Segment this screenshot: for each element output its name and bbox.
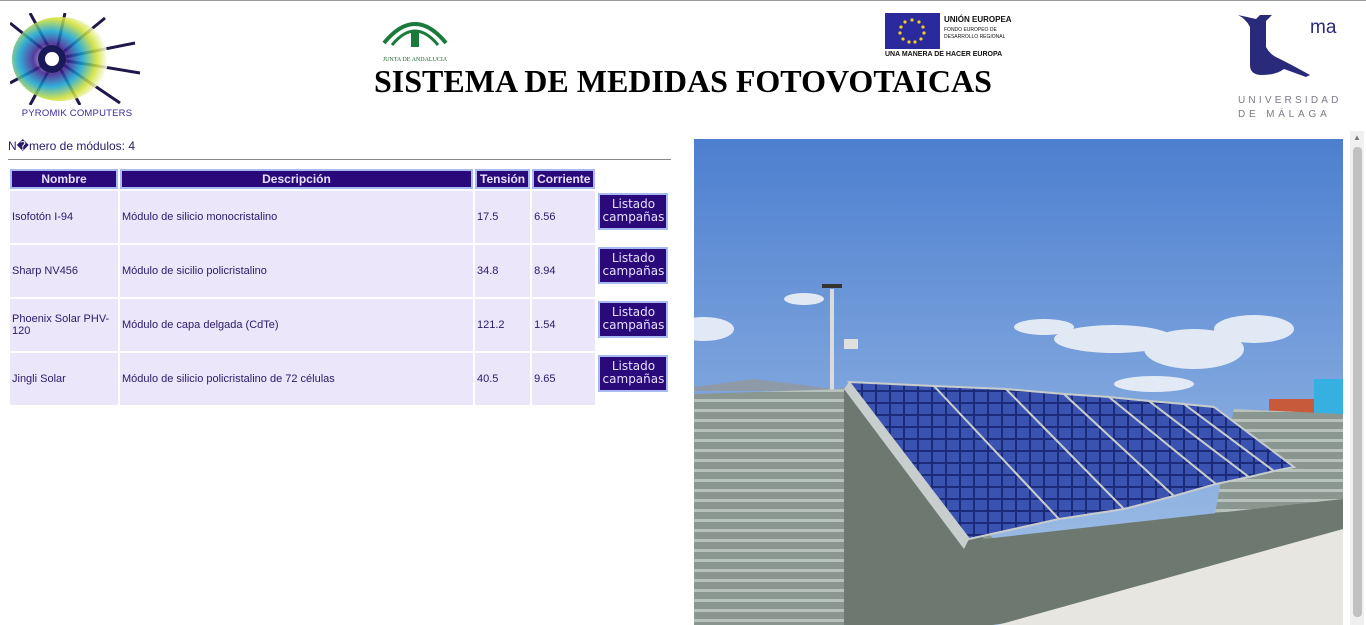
vertical-scrollbar[interactable]: ▲ xyxy=(1350,131,1364,625)
cell-corriente: 1.54 xyxy=(532,299,596,351)
button-label-line2: campañas xyxy=(602,210,665,224)
scroll-up-icon[interactable]: ▲ xyxy=(1353,133,1361,142)
uma-line2: DE MÁLAGA xyxy=(1238,109,1331,120)
cell-descripcion: Módulo de silicio monocristalino xyxy=(120,191,473,243)
cell-action: Listado campañas xyxy=(597,299,670,351)
button-label-line2: campañas xyxy=(602,318,665,332)
cell-nombre: Jingli Solar xyxy=(10,353,118,405)
table-header-row: Nombre Descripción Tensión Corriente xyxy=(10,169,669,189)
eu-flag-icon xyxy=(885,13,940,49)
solar-panels-photo xyxy=(694,139,1343,625)
cell-tension: 40.5 xyxy=(475,353,531,405)
module-count: N�mero de módulos: 4 xyxy=(8,139,136,153)
table-row: Sharp NV456 Módulo de sicilio policrista… xyxy=(10,245,670,297)
uma-mark: ma xyxy=(1310,17,1337,38)
button-label-line1: Listado xyxy=(611,305,656,319)
button-label-line1: Listado xyxy=(611,251,656,265)
junta-andalucia-logo: JUNTA DE ANDALUCIA xyxy=(378,11,452,63)
cell-tension: 17.5 xyxy=(475,191,531,243)
cell-corriente: 8.94 xyxy=(532,245,596,297)
uma-logo: ma UNIVERSIDAD DE MÁLAGA xyxy=(1236,13,1346,123)
header-nombre: Nombre xyxy=(10,169,118,189)
cell-nombre: Isofotón I-94 xyxy=(10,191,118,243)
cell-corriente: 6.56 xyxy=(532,191,596,243)
cell-action: Listado campañas xyxy=(597,191,670,243)
header-tension: Tensión xyxy=(475,169,531,189)
scrollbar-thumb[interactable] xyxy=(1353,147,1362,617)
listado-campanas-button[interactable]: Listado campañas xyxy=(598,247,669,284)
listado-campanas-button[interactable]: Listado campañas xyxy=(598,355,669,392)
eu-title: UNIÓN EUROPEA xyxy=(944,15,1012,24)
cell-action: Listado campañas xyxy=(597,245,670,297)
table-row: Phoenix Solar PHV-120 Módulo de capa del… xyxy=(10,299,670,351)
header-spacer xyxy=(597,169,669,189)
eu-fund: FONDO EUROPEO DE DESARROLLO REGIONAL xyxy=(944,27,1006,40)
union-europea-logo: UNIÓN EUROPEA FONDO EUROPEO DE DESARROLL… xyxy=(885,13,1025,61)
cell-nombre: Sharp NV456 xyxy=(10,245,118,297)
listado-campanas-button[interactable]: Listado campañas xyxy=(598,193,669,230)
cell-nombre: Phoenix Solar PHV-120 xyxy=(10,299,118,351)
button-label-line2: campañas xyxy=(602,264,665,278)
divider xyxy=(8,159,671,160)
uma-line1: UNIVERSIDAD xyxy=(1238,95,1342,106)
listado-campanas-button[interactable]: Listado campañas xyxy=(598,301,669,338)
table-row: Jingli Solar Módulo de silicio policrist… xyxy=(10,353,670,405)
cell-descripcion: Módulo de capa delgada (CdTe) xyxy=(120,299,473,351)
cell-tension: 34.8 xyxy=(475,245,531,297)
modules-table: Nombre Descripción Tensión Corriente Iso… xyxy=(8,167,671,407)
button-label-line2: campañas xyxy=(602,372,665,386)
header-corriente: Corriente xyxy=(532,169,596,189)
eu-motto: UNA MANERA DE HACER EUROPA xyxy=(885,51,1003,58)
cell-tension: 121.2 xyxy=(475,299,531,351)
header-descripcion: Descripción xyxy=(120,169,473,189)
table-row: Isofotón I-94 Módulo de silicio monocris… xyxy=(10,191,670,243)
pyromik-logo: PYROMIK COMPUTERS xyxy=(9,12,144,119)
button-label-line1: Listado xyxy=(611,359,656,373)
cell-action: Listado campañas xyxy=(597,353,670,405)
page-title: SISTEMA DE MEDIDAS FOTOVOTAICAS xyxy=(374,63,992,99)
button-label-line1: Listado xyxy=(611,197,656,211)
cell-descripcion: Módulo de silicio policristalino de 72 c… xyxy=(120,353,473,405)
pyromik-caption: PYROMIK COMPUTERS xyxy=(21,108,133,119)
cell-descripcion: Módulo de sicilio policristalino xyxy=(120,245,473,297)
cell-corriente: 9.65 xyxy=(532,353,596,405)
